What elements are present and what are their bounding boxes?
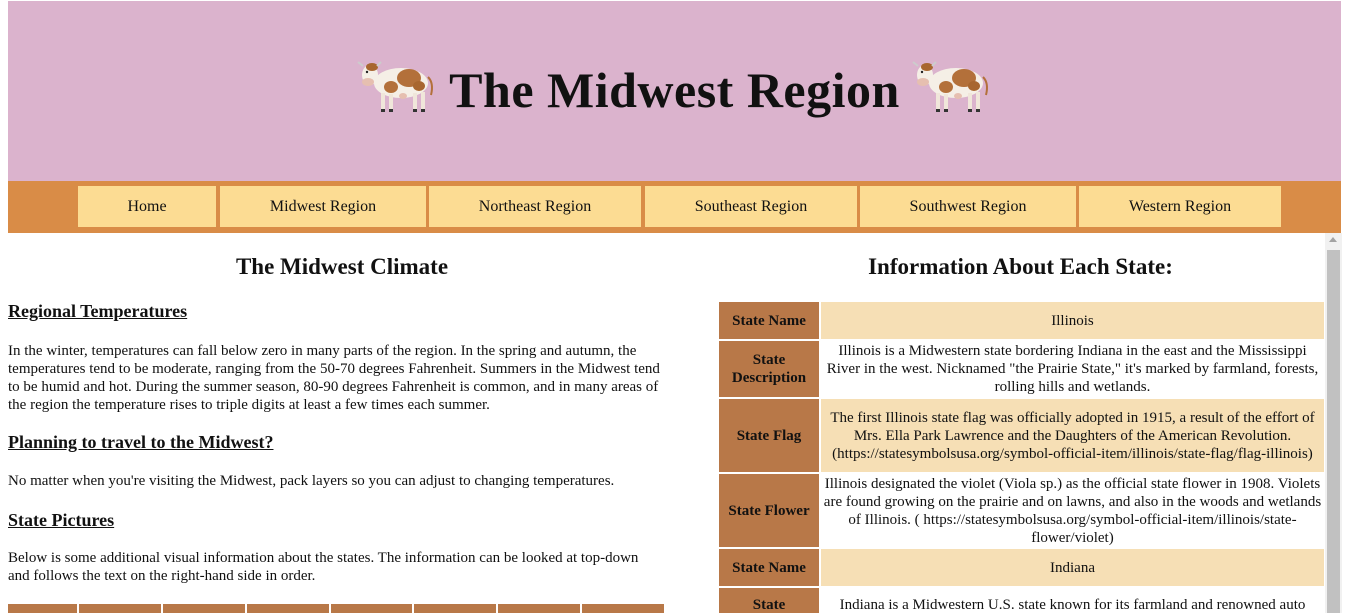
table-cell [78,604,161,613]
scrollbar-thumb[interactable] [1327,250,1340,613]
row-value: The first Illinois state flag was offici… [821,399,1324,472]
section-text: In the winter, temperatures can fall bel… [8,343,660,413]
table-cell [330,604,413,613]
row-label: State Description [719,341,819,397]
table-row: State Flag The first Illinois state flag… [719,399,1324,472]
row-value: Indiana [821,549,1324,586]
state-info-heading: Information About Each State: [868,254,1173,279]
state-info-table: State Name Illinois State Description Il… [717,300,1324,613]
section-title: Regional Temperatures [8,301,188,321]
table-cell [414,604,497,613]
nav-item-home[interactable]: Home [78,186,216,227]
nav-item-southwest-region[interactable]: Southwest Region [860,186,1076,227]
table-row: State Name Illinois [719,302,1324,339]
table-row: State Description Indiana is a Midwester… [719,588,1324,613]
row-label: State Name [719,549,819,586]
row-value: Indiana is a Midwestern U.S. state known… [821,588,1324,613]
state-info-section: Information About Each State: State Name… [717,233,1324,613]
row-label: State Flower [719,474,819,547]
nav-bar: Home Midwest Region Northeast Region Sou… [8,181,1341,233]
row-value: Illinois [821,302,1324,339]
table-cell [582,604,665,613]
cow-icon [912,61,988,112]
nav-item-western-region[interactable]: Western Region [1079,186,1281,227]
row-label: State Flag [719,399,819,472]
climate-heading: The Midwest Climate [235,254,449,279]
section-text: No matter when you're visiting the Midwe… [8,473,615,489]
climate-section: The Midwest Climate Regional Temperature… [8,233,676,613]
state-pictures-table-header [8,604,666,613]
row-value: Illinois is a Midwestern state bordering… [821,341,1324,397]
nav-item-midwest-region[interactable]: Midwest Region [220,186,426,227]
header-title-row: The Midwest Region [8,53,1341,115]
header-banner: The Midwest Region [8,1,1341,181]
table-row: State Description Illinois is a Midweste… [719,341,1324,397]
table-row: State Flower Illinois designated the vio… [719,474,1324,547]
row-value: Illinois designated the violet (Viola sp… [821,474,1324,547]
section-title: Planning to travel to the Midwest? [8,432,274,452]
table-cell [162,604,245,613]
page-title: The Midwest Region [449,62,900,118]
nav-item-southeast-region[interactable]: Southeast Region [645,186,857,227]
row-label: State Description [719,588,819,613]
nav-item-northeast-region[interactable]: Northeast Region [429,186,641,227]
section-title: State Pictures [8,510,115,530]
table-cell [8,604,77,613]
table-cell [246,604,329,613]
section-text: Below is some additional visual informat… [8,550,639,584]
table-cell [498,604,581,613]
cow-icon [357,61,434,112]
scroll-up-arrow-icon[interactable] [1329,237,1337,242]
vertical-scrollbar[interactable] [1325,233,1342,613]
row-label: State Name [719,302,819,339]
table-row: State Name Indiana [719,549,1324,586]
